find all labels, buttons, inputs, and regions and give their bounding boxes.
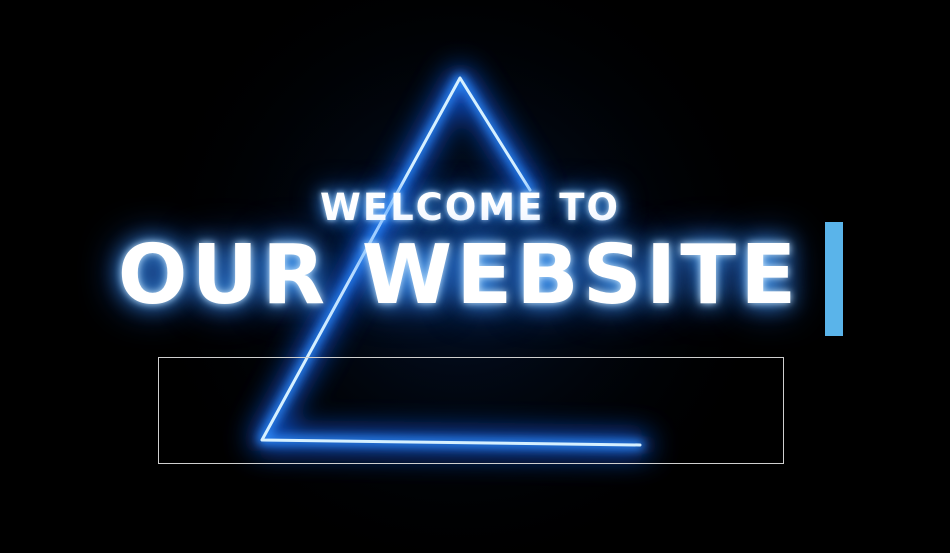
- outlined-box: [158, 357, 784, 464]
- website-heading: OUR WEBSITE: [117, 228, 801, 323]
- text-cursor-bar: [825, 222, 843, 336]
- hero-stage: WELCOME TO OUR WEBSITE: [0, 0, 950, 553]
- welcome-heading: WELCOME TO: [320, 186, 620, 229]
